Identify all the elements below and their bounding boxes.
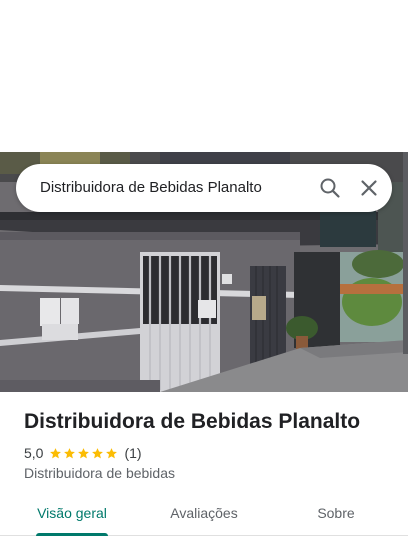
tab-bar: Visão geral Avaliações Sobre [0,496,408,536]
star-icon [92,447,104,458]
active-tab-indicator [36,533,108,536]
rating-stars [49,447,119,460]
tab-about[interactable]: Sobre [306,496,366,536]
place-category[interactable]: Distribuidora de bebidas [24,465,175,481]
review-count: (1) [124,445,142,461]
place-title: Distribuidora de Bebidas Planalto [24,410,361,433]
search-input[interactable]: Distribuidora de Bebidas Planalto [40,164,262,212]
rating-value: 5,0 [24,445,44,461]
close-icon[interactable] [357,176,381,200]
search-icon[interactable] [318,176,342,200]
tab-overview[interactable]: Visão geral [30,496,114,536]
tab-reviews[interactable]: Avaliações [160,496,248,536]
rating-row[interactable]: 5,0 (1) [24,444,142,462]
scrollbar[interactable] [403,152,408,354]
search-bar[interactable]: Distribuidora de Bebidas Planalto [16,164,392,212]
place-info-panel: Distribuidora de Bebidas Planalto 5,0 (1… [0,392,408,544]
star-icon [50,447,62,458]
top-blank-area [0,0,408,152]
star-icon [106,447,118,458]
star-icon [64,447,76,458]
star-icon [78,447,90,458]
